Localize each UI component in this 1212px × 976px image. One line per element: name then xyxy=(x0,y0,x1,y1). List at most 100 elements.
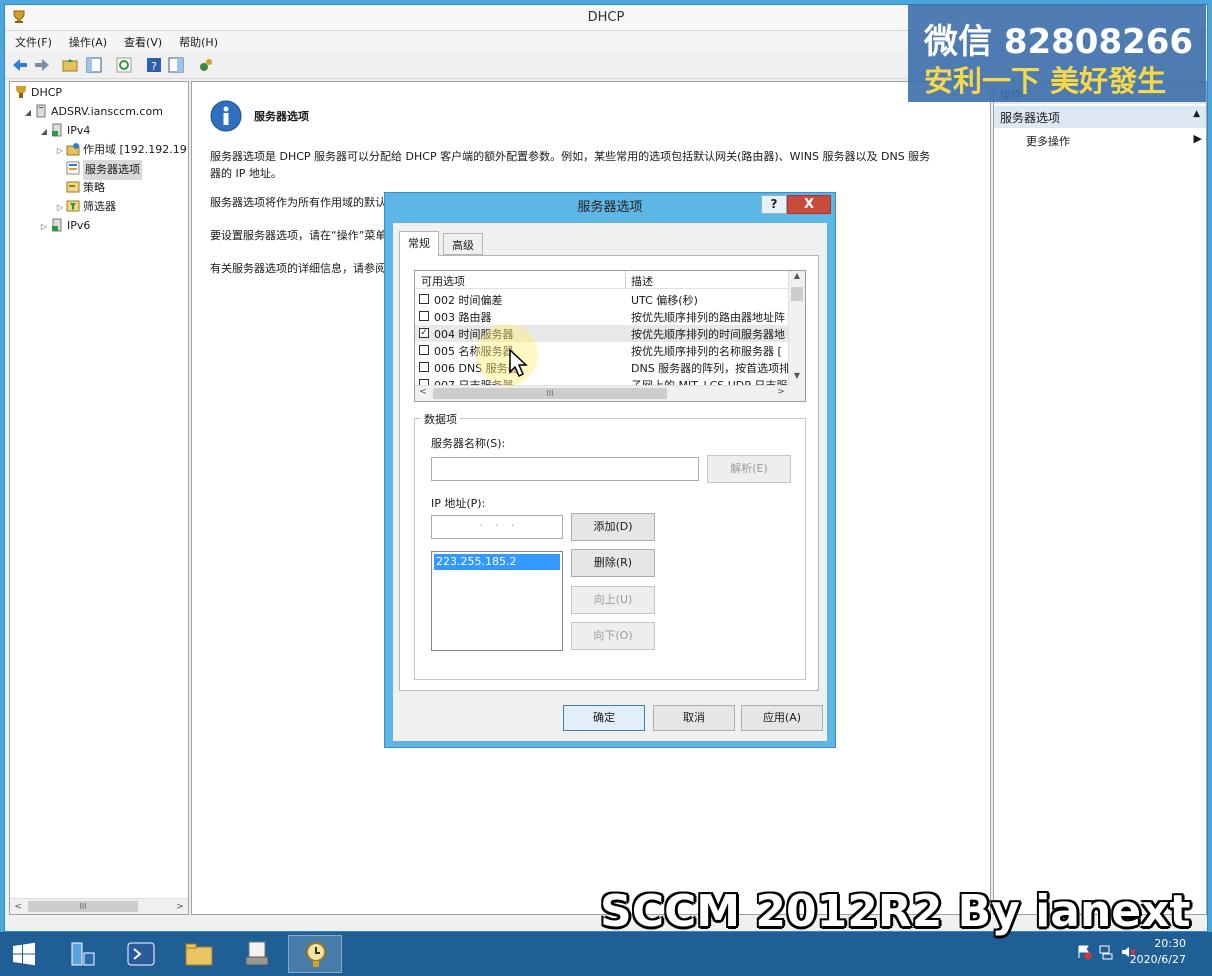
tree-node-ipv4[interactable]: ◢ IPv4 xyxy=(38,122,90,141)
scroll-right-icon[interactable]: > xyxy=(172,899,188,915)
back-arrow-icon[interactable] xyxy=(11,56,29,74)
apply-button[interactable]: 应用(A) xyxy=(741,705,823,731)
move-down-button[interactable]: 向下(O) xyxy=(571,622,655,650)
collapse-arrow-icon[interactable]: ◢ xyxy=(38,123,50,141)
expand-arrow-icon[interactable]: ▷ xyxy=(38,218,50,236)
collapse-triangle-icon[interactable]: ▲ xyxy=(1193,109,1200,119)
scope-folder-icon xyxy=(66,143,80,156)
server-manager-icon xyxy=(71,942,95,966)
dialog-body: 常规 高级 可用选项 描述 002 时间偏差 UTC 偏移(秒) 003 路由器… xyxy=(393,223,827,741)
option-row[interactable]: 002 时间偏差 UTC 偏移(秒) xyxy=(415,291,789,308)
wechat-watermark: 微信 82808266 安利一下 美好發生 xyxy=(908,4,1206,102)
powershell-icon xyxy=(127,942,155,966)
menu-file[interactable]: 文件(F) xyxy=(5,31,59,50)
list-header: 可用选项 描述 xyxy=(415,271,789,289)
menu-view[interactable]: 查看(V) xyxy=(114,31,169,50)
refresh-icon[interactable] xyxy=(115,56,133,74)
data-entry-group: 数据项 服务器名称(S): 解析(E) IP 地址(P): · · · 添加(D… xyxy=(414,411,806,680)
mouse-cursor-icon xyxy=(509,348,528,378)
network-icon[interactable] xyxy=(1098,944,1114,960)
column-available-options[interactable]: 可用选项 xyxy=(421,273,465,289)
expand-arrow-icon[interactable]: ▷ xyxy=(54,199,66,217)
column-description[interactable]: 描述 xyxy=(631,273,653,289)
option-checkbox[interactable] xyxy=(419,294,429,304)
taskbar: 20:30 2020/6/27 xyxy=(0,932,1212,976)
filter-icon xyxy=(66,200,80,212)
dhcp-clock-icon xyxy=(306,942,326,967)
scroll-up-icon[interactable]: ▲ xyxy=(789,271,805,285)
taskbar-powershell[interactable] xyxy=(114,935,168,973)
properties-pane-icon[interactable] xyxy=(167,56,185,74)
tree-horizontal-scrollbar[interactable]: < III > xyxy=(10,898,188,914)
scroll-thumb[interactable]: III xyxy=(28,901,138,912)
available-options-list[interactable]: 可用选项 描述 002 时间偏差 UTC 偏移(秒) 003 路由器 按优先顺序… xyxy=(414,270,806,402)
ok-button[interactable]: 确定 xyxy=(563,705,645,731)
option-checkbox[interactable] xyxy=(419,345,429,355)
scroll-thumb[interactable]: III xyxy=(433,388,667,399)
scroll-down-icon[interactable]: ▼ xyxy=(789,371,805,385)
server-name-input[interactable] xyxy=(431,457,699,481)
option-checkbox[interactable] xyxy=(419,311,429,321)
taskbar-server-manager[interactable] xyxy=(56,935,110,973)
taskbar-app[interactable] xyxy=(230,935,284,973)
option-row[interactable]: 006 DNS 服务器 DNS 服务器的阵列，按首选项排 xyxy=(415,359,789,376)
option-checkbox-checked[interactable]: ✓ xyxy=(419,328,429,338)
group-title: 数据项 xyxy=(421,411,460,427)
taskbar-dhcp[interactable] xyxy=(288,935,342,973)
tree-node-scope[interactable]: ▷ 作用域 [192.192.19 xyxy=(54,141,187,160)
option-row[interactable]: 005 名称服务器 按优先顺序排列的名称服务器 [ xyxy=(415,342,789,359)
description-paragraph: 服务器选项是 DHCP 服务器可以分配给 DHCP 客户端的额外配置参数。例如，… xyxy=(210,150,931,180)
resolve-button[interactable]: 解析(E) xyxy=(707,455,791,483)
scroll-thumb[interactable] xyxy=(791,287,803,301)
options-tool-icon[interactable] xyxy=(197,56,215,74)
tree-node-server[interactable]: ◢ ADSRV.iansccm.com xyxy=(22,103,163,122)
tree-node-policies[interactable]: 策略 xyxy=(54,179,105,197)
menu-action[interactable]: 操作(A) xyxy=(59,31,114,50)
option-row[interactable]: 003 路由器 按优先顺序排列的路由器地址阵 xyxy=(415,308,789,325)
expand-arrow-icon[interactable]: ▷ xyxy=(54,142,66,160)
cancel-button[interactable]: 取消 xyxy=(653,705,735,731)
tab-advanced[interactable]: 高级 xyxy=(443,233,483,255)
move-up-button[interactable]: 向上(U) xyxy=(571,586,655,614)
tree-node-filters[interactable]: ▷ 筛选器 xyxy=(54,198,116,217)
tree-node-server-options[interactable]: 服务器选项 xyxy=(54,160,142,180)
tree-node-ipv6[interactable]: ▷ IPv6 xyxy=(38,217,90,236)
ip-address-list[interactable]: 223.255.185.2 xyxy=(431,551,563,651)
dhcp-trophy-icon xyxy=(16,86,26,98)
tab-general[interactable]: 常规 xyxy=(399,231,439,256)
ipv6-icon xyxy=(52,218,62,232)
add-button[interactable]: 添加(D) xyxy=(571,513,655,541)
dialog-help-button[interactable]: ? xyxy=(761,195,787,214)
scroll-right-icon[interactable]: > xyxy=(773,387,789,397)
console-tree: DHCP ◢ ADSRV.iansccm.com ◢ IPv4 ▷ 作用域 [192.… xyxy=(9,81,189,915)
server-options-dialog: 服务器选项 ? X 常规 高级 可用选项 描述 002 时间偏差 UTC 偏移(… xyxy=(384,192,836,748)
ip-list-item[interactable]: 223.255.185.2 xyxy=(434,554,560,570)
list-horizontal-scrollbar[interactable]: < III > xyxy=(415,385,789,401)
ip-address-input[interactable]: · · · xyxy=(431,515,563,539)
scroll-left-icon[interactable]: < xyxy=(415,387,431,397)
help-book-icon[interactable]: ? xyxy=(145,56,163,74)
server-name-label: 服务器名称(S): xyxy=(431,437,506,450)
server-icon xyxy=(36,104,46,118)
forward-arrow-icon[interactable] xyxy=(33,56,51,74)
tree-node-dhcp[interactable]: DHCP xyxy=(14,84,62,102)
option-checkbox[interactable] xyxy=(419,362,429,372)
scroll-left-icon[interactable]: < xyxy=(10,899,26,915)
folder-icon xyxy=(185,943,213,966)
taskbar-file-explorer[interactable] xyxy=(172,935,226,973)
up-folder-icon[interactable] xyxy=(61,56,79,74)
option-row[interactable]: ✓ 004 时间服务器 按优先顺序排列的时间服务器地 xyxy=(415,325,789,342)
actions-section-server-options[interactable]: 服务器选项 ▲ xyxy=(994,106,1206,128)
more-actions-item[interactable]: 更多操作 ▶ xyxy=(994,130,1206,150)
collapse-arrow-icon[interactable]: ◢ xyxy=(22,104,34,122)
actions-pane: 操作 服务器选项 ▲ 更多操作 ▶ xyxy=(993,81,1207,915)
action-center-flag-icon[interactable] xyxy=(1076,944,1092,960)
server-options-icon xyxy=(66,161,80,175)
show-hide-tree-icon[interactable] xyxy=(85,56,103,74)
taskbar-clock[interactable]: 20:30 2020/6/27 xyxy=(1130,936,1186,968)
list-vertical-scrollbar[interactable]: ▲ ▼ xyxy=(788,271,805,385)
remove-button[interactable]: 删除(R) xyxy=(571,549,655,577)
windows-start-icon[interactable] xyxy=(12,942,36,966)
dialog-close-button[interactable]: X xyxy=(787,195,831,214)
menu-help[interactable]: 帮助(H) xyxy=(169,31,225,50)
